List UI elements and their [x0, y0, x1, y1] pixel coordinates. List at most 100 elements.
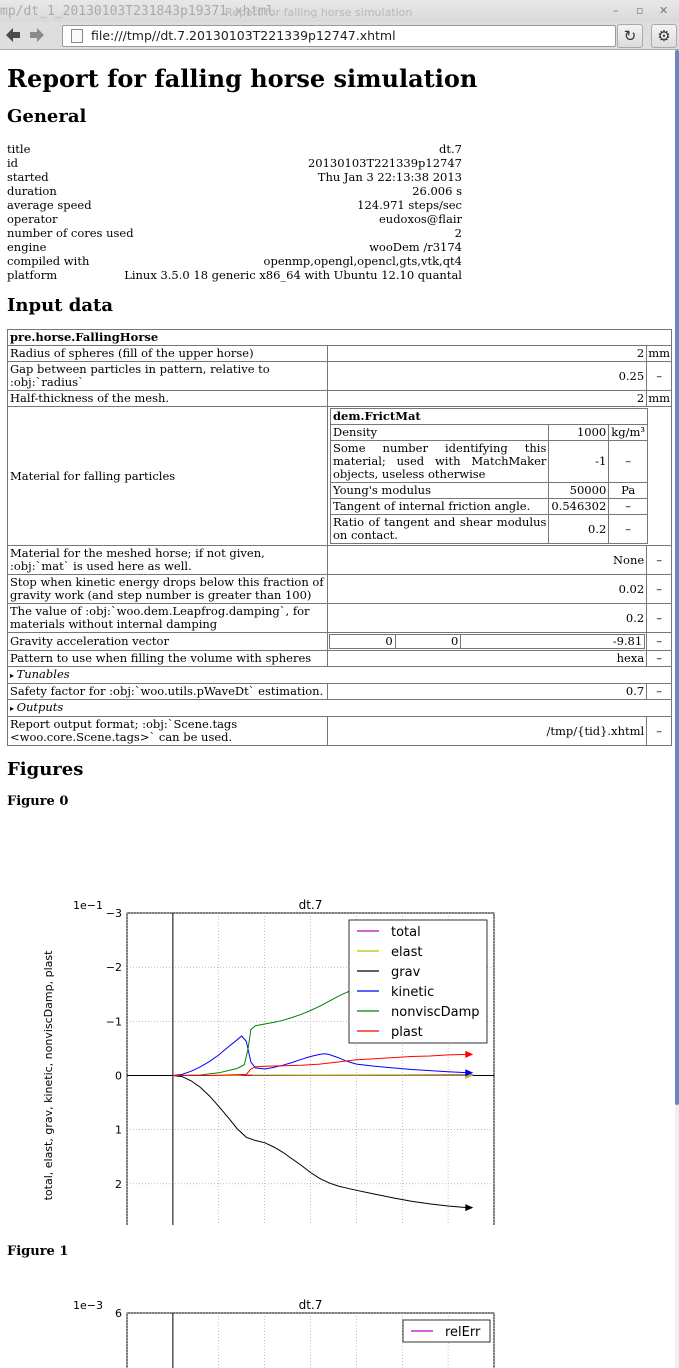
row-label: Material for falling particles	[7, 406, 328, 546]
row-unit: –	[646, 574, 672, 604]
row-label: Radius of spheres (fill of the upper hor…	[7, 345, 328, 362]
general-key: engine	[7, 240, 47, 254]
row-label: Gravity acceleration vector	[7, 632, 328, 651]
row-unit: Pa	[608, 482, 648, 499]
general-row: id 20130103T221339p12747	[7, 156, 462, 170]
legend-label: nonviscDamp	[391, 1005, 480, 1020]
gravity-x: 0	[329, 634, 396, 649]
input-row-gravity: Gravity acceleration vector 0 0 -9.81 –	[7, 632, 672, 651]
gravity-y: 0	[394, 634, 462, 649]
url-bar[interactable]: file:///tmp//dt.7.20130103T221339p12747.…	[62, 25, 616, 47]
forward-arrow-icon[interactable]	[28, 25, 46, 45]
row-value: 0.2	[548, 514, 610, 544]
row-value: 0.25	[326, 361, 648, 391]
row-label: Report output format; :obj:`Scene.tags <…	[7, 716, 328, 746]
row-label: Pattern to use when filling the volume w…	[7, 650, 328, 667]
gear-icon[interactable]: ⚙	[651, 24, 677, 48]
general-row: duration 26.006 s	[7, 184, 462, 198]
y-tick-label: −3	[106, 907, 122, 920]
general-key: duration	[7, 184, 57, 198]
general-value: wooDem /r3174	[369, 240, 462, 254]
row-value: hexa	[326, 650, 648, 667]
general-value: openmp,opengl,opencl,gts,vtk,qt4	[263, 254, 462, 268]
row-unit: kg/m³	[608, 424, 648, 441]
chart-title: dt.7	[299, 898, 323, 912]
input-data-table: pre.horse.FallingHorse Radius of spheres…	[7, 329, 672, 746]
legend-label: elast	[391, 945, 422, 960]
legend-label: grav	[391, 965, 421, 980]
minimize-icon[interactable]: –	[613, 4, 619, 17]
input-row: Report output format; :obj:`Scene.tags <…	[7, 716, 672, 746]
close-icon[interactable]: ✕	[659, 4, 668, 17]
scrollbar-thumb[interactable]	[675, 50, 679, 1105]
row-label: Young's modulus	[329, 482, 550, 499]
row-value: -1	[548, 440, 610, 483]
back-arrow-icon[interactable]	[4, 25, 22, 45]
general-value: Thu Jan 3 22:13:38 2013	[317, 170, 462, 184]
y-tick-label: 0	[115, 1070, 122, 1083]
y-tick-label: 1	[115, 1124, 122, 1137]
window-titlebar: mp/dt_1_20130103T231843p19371 xhtml Repo…	[0, 0, 679, 22]
figure-caption: Figure 0	[7, 794, 69, 809]
general-key: operator	[7, 212, 58, 226]
input-row: Radius of spheres (fill of the upper hor…	[7, 345, 672, 362]
general-info: title dt.7 id 20130103T221339p12747 started T…	[7, 142, 462, 282]
reload-icon[interactable]: ↻	[617, 24, 643, 48]
general-value: 124.971 steps/sec	[357, 198, 462, 212]
row-label: Gap between particles in pattern, relati…	[7, 361, 328, 391]
general-key: compiled with	[7, 254, 90, 268]
url-text[interactable]: file:///tmp//dt.7.20130103T221339p12747.…	[91, 28, 396, 43]
legend-label: total	[391, 925, 421, 940]
general-value: eudoxos@flair	[378, 212, 462, 226]
row-unit: –	[608, 514, 648, 544]
y-tick-label: 6	[115, 1307, 122, 1320]
row-value: 0.02	[326, 574, 648, 604]
input-row: Safety factor for :obj:`woo.utils.pWaveD…	[7, 683, 672, 700]
outputs-label[interactable]: Outputs	[17, 700, 64, 714]
general-value: 26.006 s	[412, 184, 462, 198]
row-value: 0.7	[326, 683, 648, 700]
row-label: Safety factor for :obj:`woo.utils.pWaveD…	[7, 683, 328, 700]
figure-1-chart: dt.71e−365relErr	[73, 1298, 495, 1368]
material-row-item: Tangent of internal friction angle. 0.546…	[329, 498, 648, 515]
row-unit: –	[608, 498, 648, 515]
general-row: operator eudoxos@flair	[7, 212, 462, 226]
y-tick-label: −1	[106, 1015, 122, 1028]
material-row: Material for falling particles dem.Frict…	[7, 406, 672, 546]
general-key: started	[7, 170, 49, 184]
material-table: dem.FrictMat Density 1000 kg/m³ Some numbe…	[329, 408, 648, 544]
row-value: 50000	[548, 482, 610, 499]
outputs-toggle[interactable]: ▸ Outputs	[7, 699, 672, 717]
legend-label: plast	[391, 1025, 423, 1040]
input-row: The value of :obj:`woo.dem.Leapfrog.damp…	[7, 603, 672, 633]
y-tick-label: 2	[115, 1178, 122, 1191]
general-row: engine wooDem /r3174	[7, 240, 462, 254]
general-row: started Thu Jan 3 22:13:38 2013	[7, 170, 462, 184]
material-row-item: Ratio of tangent and shear modulus on co…	[329, 514, 648, 544]
row-value: 0.2	[326, 603, 648, 633]
material-row-item: Density 1000 kg/m³	[329, 424, 648, 441]
page-title: Report for falling horse simulation	[7, 64, 478, 93]
figure-0-chart: dt.71e−1−3−2−10123−0.50.00.51.01.52.02.5…	[42, 898, 495, 1225]
legend-label: relErr	[445, 1325, 481, 1340]
tunables-label[interactable]: Tunables	[17, 667, 70, 681]
input-row: Material for the meshed horse; if not gi…	[7, 545, 672, 575]
general-value: dt.7	[439, 142, 462, 156]
row-value: 0.546302	[548, 498, 610, 515]
general-key: average speed	[7, 198, 92, 212]
row-label: Density	[329, 424, 550, 441]
row-label: Tangent of internal friction angle.	[329, 498, 550, 515]
y-axis-label: total, elast, grav, kinetic, nonviscDamp…	[42, 950, 55, 1201]
general-row: number of cores used 2	[7, 226, 462, 240]
row-value: 2	[326, 345, 648, 362]
material-row-item: Young's modulus 50000 Pa	[329, 482, 648, 499]
row-unit: –	[646, 716, 672, 746]
row-unit: –	[646, 603, 672, 633]
tunables-toggle[interactable]: ▸ Tunables	[7, 666, 672, 684]
y-tick-label: −2	[106, 961, 122, 974]
row-label: The value of :obj:`woo.dem.Leapfrog.damp…	[7, 603, 328, 633]
maximize-icon[interactable]: ▫	[636, 4, 643, 17]
general-key: id	[7, 156, 19, 170]
general-row: title dt.7	[7, 142, 462, 156]
row-unit: –	[646, 361, 672, 391]
